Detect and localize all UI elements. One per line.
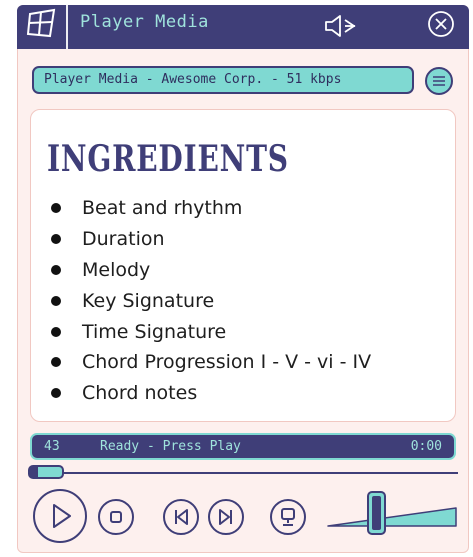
stop-icon[interactable]: [97, 498, 135, 536]
bullet-icon: [51, 203, 61, 213]
ingredients-list: Beat and rhythm Duration Melody Key Sign…: [48, 193, 371, 409]
status-bar: 43 Ready - Press Play 0:00: [30, 433, 456, 460]
list-item: Chord notes: [48, 378, 371, 409]
close-circle-icon[interactable]: [427, 10, 455, 38]
speaker-mute-icon[interactable]: [323, 14, 357, 38]
bullet-icon: [51, 295, 61, 306]
media-info-bar: Player Media - Awesome Corp. - 51 kbps: [32, 66, 414, 94]
list-item: Key Signature: [48, 286, 371, 317]
bullet-icon: [51, 388, 61, 399]
list-item: Chord Progression I - V - vi - IV: [48, 347, 371, 378]
bullet-icon: [51, 357, 61, 368]
list-item: Beat and rhythm: [48, 193, 371, 224]
seek-track[interactable]: [28, 472, 458, 474]
content-heading: INGREDIENTS: [47, 138, 289, 180]
title-separator: [66, 5, 68, 49]
status-message: Ready - Press Play: [100, 439, 241, 454]
hamburger-menu-icon[interactable]: [424, 66, 454, 96]
list-item: Melody: [48, 255, 371, 286]
list-item: Time Signature: [48, 317, 371, 348]
bullet-icon: [51, 233, 61, 244]
play-icon[interactable]: [32, 488, 88, 544]
windows-logo-icon[interactable]: [26, 8, 58, 38]
track-number: 43: [44, 439, 60, 454]
bullet-icon: [51, 326, 61, 337]
bullet-icon: [51, 264, 61, 275]
seek-thumb[interactable]: [28, 465, 64, 479]
elapsed-time: 0:00: [410, 439, 442, 454]
next-icon[interactable]: [207, 498, 245, 536]
list-item: Duration: [48, 224, 371, 255]
window-title: Player Media: [80, 12, 209, 32]
volume-slider[interactable]: [326, 488, 458, 536]
screen-icon[interactable]: [269, 498, 307, 536]
previous-icon[interactable]: [162, 498, 200, 536]
